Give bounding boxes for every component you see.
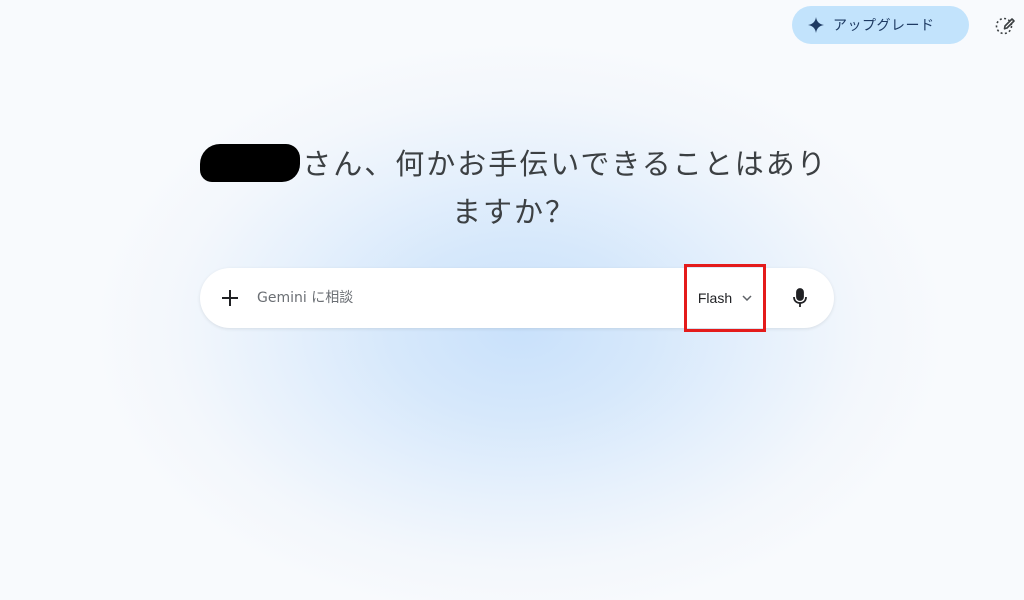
model-selector-label: Flash (697, 290, 733, 306)
upgrade-label: アップグレード (833, 18, 935, 34)
greeting-heading: さん、何かお手伝いできることはあり ますか？ (164, 140, 864, 236)
plus-icon[interactable] (216, 284, 244, 312)
chevron-down-icon (742, 295, 752, 301)
prompt-input[interactable] (257, 286, 667, 310)
greeting-line-2: ますか？ (451, 195, 576, 229)
redacted-user-name (200, 144, 301, 182)
model-selector[interactable]: Flash (684, 264, 766, 332)
microphone-icon[interactable] (786, 284, 814, 312)
sparkle-icon (808, 17, 824, 33)
greeting-line-1-text: さん、何かお手伝いできることはあり (302, 147, 828, 181)
upgrade-button[interactable]: アップグレード (792, 6, 969, 44)
prompt-bar: Flash (200, 264, 834, 332)
edit-icon[interactable] (992, 12, 1018, 38)
greeting-line-1: さん、何かお手伝いできることはあり (164, 140, 864, 188)
